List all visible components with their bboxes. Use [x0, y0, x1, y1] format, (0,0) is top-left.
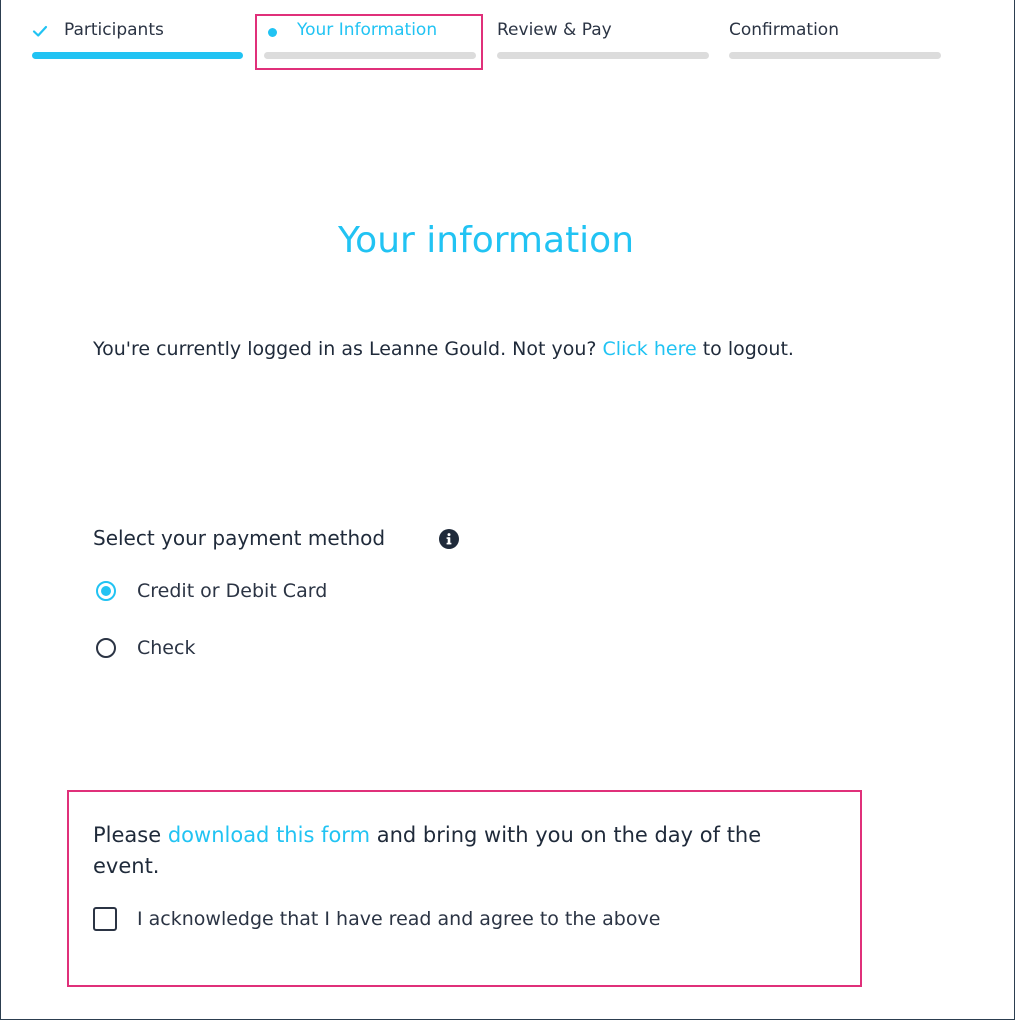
acknowledge-row[interactable]: I acknowledge that I have read and agree… [93, 907, 660, 931]
step-review-pay[interactable]: Review & Pay [497, 20, 709, 60]
step-confirmation[interactable]: Confirmation [729, 20, 941, 60]
page-title: Your information [337, 220, 635, 261]
radio-label: Credit or Debit Card [137, 580, 328, 602]
step-label: Participants [64, 20, 164, 40]
step-progress-bar [32, 52, 243, 59]
step-progress-bar [497, 52, 709, 59]
radio-label: Check [137, 637, 196, 659]
step-participants[interactable]: Participants [32, 20, 243, 60]
step-label: Review & Pay [497, 20, 612, 40]
check-icon [32, 25, 48, 37]
login-status-text: You're currently logged in as Leanne Gou… [93, 338, 597, 360]
download-form-link[interactable]: download this form [168, 823, 370, 847]
info-icon[interactable] [439, 529, 459, 549]
login-status-suffix: to logout. [702, 338, 794, 360]
radio-button-check[interactable] [96, 638, 116, 658]
acknowledge-checkbox[interactable] [93, 907, 117, 931]
acknowledge-label: I acknowledge that I have read and agree… [137, 908, 661, 930]
login-status: You're currently logged in as Leanne Gou… [93, 338, 794, 360]
payment-option-card[interactable]: Credit or Debit Card [96, 578, 327, 604]
logout-link[interactable]: Click here [603, 338, 697, 360]
form-notice: Please download this form and bring with… [93, 820, 833, 882]
payment-option-check[interactable]: Check [96, 635, 195, 661]
payment-method-title: Select your payment method [93, 526, 386, 550]
radio-button-card[interactable] [96, 581, 116, 601]
step-progress-bar [729, 52, 941, 59]
step-label: Confirmation [729, 20, 839, 40]
active-step-highlight [255, 14, 483, 70]
notice-text: Please [93, 823, 162, 847]
